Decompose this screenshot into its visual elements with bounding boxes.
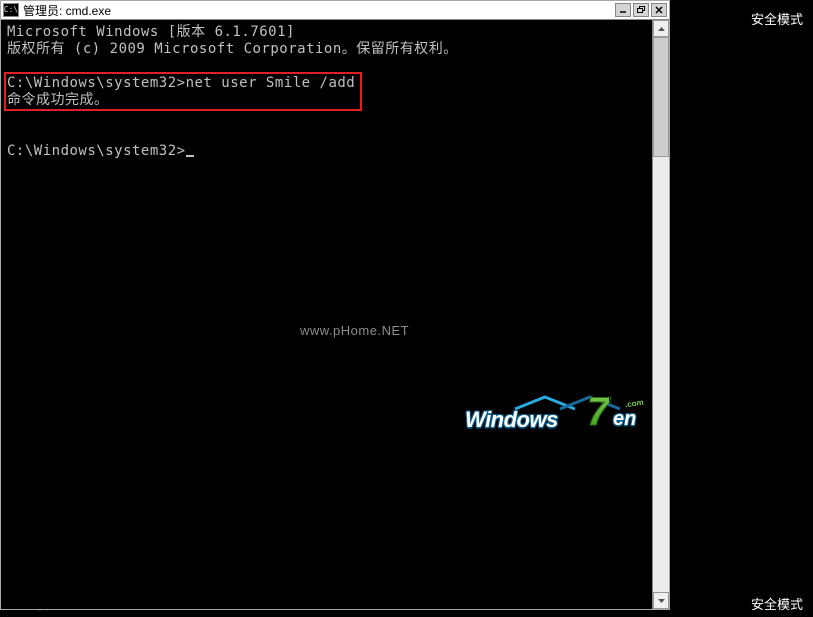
vertical-scrollbar[interactable]	[652, 20, 669, 609]
close-button[interactable]	[651, 3, 667, 17]
safe-mode-label-top-right: 安全模式	[751, 9, 803, 28]
watermark-win7-suffix: en	[613, 408, 636, 431]
titlebar[interactable]: C:\ 管理员: cmd.exe	[1, 1, 669, 20]
scrollbar-thumb[interactable]	[653, 37, 669, 157]
watermark-windows7en: Windows 7 en .com	[465, 395, 655, 440]
cmd-window: C:\ 管理员: cmd.exe Microsoft Windows [版本 6…	[0, 0, 670, 610]
console-line-version: Microsoft Windows [版本 6.1.7601]	[7, 24, 663, 41]
scrollbar-track[interactable]	[653, 37, 669, 592]
window-control-buttons	[615, 3, 667, 17]
console-line-result: 命令成功完成。	[7, 92, 663, 109]
command-text: net user Smile /add	[186, 75, 356, 91]
watermark-win7-prefix: Windows	[465, 407, 558, 433]
watermark-win7-com: .com	[622, 397, 646, 409]
prompt-1: C:\Windows\system32>	[7, 75, 186, 91]
restore-button[interactable]	[633, 3, 649, 17]
console-line-command: C:\Windows\system32>net user Smile /add	[7, 75, 663, 92]
safe-mode-label-bottom-right: 安全模式	[751, 594, 803, 613]
console-line-blank	[7, 58, 663, 75]
console-line-blank3	[7, 126, 663, 143]
watermark-phome: www.pHome.NET	[300, 323, 409, 338]
watermark-win7-seven: 7	[587, 390, 609, 435]
scroll-down-button[interactable]	[653, 592, 669, 609]
console-line-copyright: 版权所有 (c) 2009 Microsoft Corporation。保留所有…	[7, 41, 663, 58]
prompt-2: C:\Windows\system32>	[7, 143, 186, 159]
cmd-icon-text: C:\	[4, 6, 18, 14]
minimize-button[interactable]	[615, 3, 631, 17]
console-line-prompt: C:\Windows\system32>	[7, 143, 663, 160]
cmd-icon: C:\	[3, 3, 19, 17]
scroll-up-button[interactable]	[653, 20, 669, 37]
console-output[interactable]: Microsoft Windows [版本 6.1.7601] 版权所有 (c)…	[1, 20, 669, 609]
console-line-blank2	[7, 109, 663, 126]
window-title: 管理员: cmd.exe	[23, 2, 615, 19]
cursor	[186, 155, 194, 157]
